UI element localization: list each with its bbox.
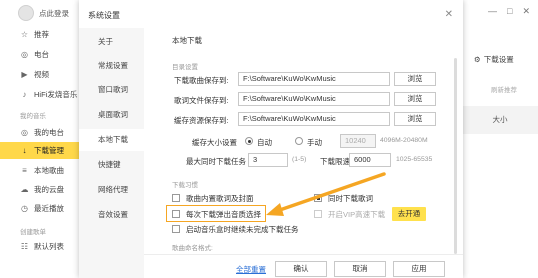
- sidebar-item-label: 我的电台: [34, 128, 64, 137]
- size-column-header[interactable]: 大小: [462, 106, 538, 134]
- cache-manual-label: 手动: [307, 138, 322, 147]
- apply-button[interactable]: 应用: [393, 261, 445, 277]
- sidebar-item-recommend[interactable]: ☆ 推荐: [0, 26, 80, 43]
- tab-about[interactable]: 关于: [79, 31, 144, 53]
- download-dir-label: 下载歌曲保存到:: [174, 76, 229, 85]
- sidebar-item-cloud[interactable]: ☁ 我的云盘: [0, 181, 80, 198]
- refresh-link[interactable]: 刷新推荐: [491, 84, 517, 94]
- browse-lyrics-dir-button[interactable]: 浏览: [394, 92, 436, 106]
- max-tasks-field[interactable]: 3: [248, 153, 288, 167]
- gear-icon: ⚙: [474, 55, 481, 64]
- section-my-music: 我的音乐: [20, 113, 46, 120]
- radio-icon: ◎: [21, 128, 28, 137]
- avatar[interactable]: [18, 5, 34, 21]
- sidebar-item-label: 电台: [34, 50, 49, 59]
- resume-tasks-label: 启动音乐盒时继续未完成下载任务: [186, 225, 299, 234]
- browse-download-dir-button[interactable]: 浏览: [394, 72, 436, 86]
- dialog-title: 系统设置: [88, 11, 120, 20]
- download-dir-field[interactable]: F:\Software\KuWo\KwMusic: [238, 72, 390, 86]
- sidebar-item-label: 下载管理: [34, 146, 64, 155]
- window-controls: — □ ✕: [488, 6, 530, 17]
- speed-limit-field[interactable]: 6000: [349, 153, 391, 167]
- sidebar-item-label: 最近播放: [34, 204, 64, 213]
- tab-general[interactable]: 常规设置: [79, 55, 144, 77]
- cache-dir-field[interactable]: F:\Software\KuWo\KwMusic: [238, 112, 390, 126]
- sidebar-item-default-list[interactable]: ☷ 默认列表: [0, 238, 80, 255]
- login-label[interactable]: 点此登录: [39, 8, 69, 19]
- download-settings-label: 下载设置: [483, 55, 514, 64]
- max-tasks-label: 最大同时下载任务: [186, 157, 246, 166]
- quality-popup-checkbox[interactable]: [172, 210, 180, 218]
- speed-limit-range: 1025-65535: [396, 156, 433, 163]
- app-right-panel: — □ ✕: [462, 0, 538, 278]
- sidebar-item-label: 我的云盘: [34, 185, 64, 194]
- close-icon[interactable]: ✕: [522, 6, 530, 17]
- user-login[interactable]: 点此登录: [18, 5, 69, 21]
- playlist-icon: ☷: [20, 242, 29, 251]
- sidebar-item-label: 推荐: [34, 30, 49, 39]
- history-icon: ◷: [21, 204, 28, 213]
- lyrics-dir-field[interactable]: F:\Software\KuWo\KwMusic: [238, 92, 390, 106]
- sidebar-item-download[interactable]: ↓ 下载管理: [0, 142, 80, 159]
- cache-size-field[interactable]: 10240: [340, 134, 376, 148]
- directory-settings-title: 目录设置: [172, 64, 198, 71]
- annotation-arrow-icon: [266, 172, 386, 216]
- sidebar-item-video[interactable]: ▶ 视频: [0, 66, 80, 83]
- radio-icon: ◎: [21, 50, 28, 59]
- content-scrollbar[interactable]: [454, 58, 457, 254]
- cloud-icon: ☁: [20, 185, 29, 194]
- speed-limit-label: 下载限速: [320, 157, 350, 166]
- settings-content: 本地下载 目录设置 下载歌曲保存到: F:\Software\KuWo\KwMu…: [144, 28, 463, 278]
- cancel-button[interactable]: 取消: [334, 261, 386, 277]
- sidebar-item-label: HiFi发烧音乐: [34, 90, 78, 99]
- cache-size-range: 4096M-20480M: [380, 137, 428, 144]
- footer-divider: [144, 254, 463, 255]
- sidebar-item-recent[interactable]: ◷ 最近播放: [0, 200, 80, 217]
- max-tasks-range: (1-5): [292, 156, 307, 163]
- hifi-icon: ♪: [22, 90, 27, 99]
- download-habits-title: 下载习惯: [172, 182, 198, 189]
- sidebar-item-label: 默认列表: [34, 242, 64, 251]
- naming-format-title: 歌曲命名格式:: [172, 245, 213, 252]
- tab-proxy[interactable]: 网络代理: [79, 179, 144, 201]
- sidebar-item-my-radio[interactable]: ◎ 我的电台: [0, 124, 80, 141]
- cache-size-label: 缓存大小设置: [192, 138, 237, 147]
- settings-dialog: 系统设置 ✕ 关于 常规设置 窗口歌词 桌面歌词 本地下载 快捷键 网络代理 音…: [79, 0, 463, 278]
- song-lyrics-checkbox[interactable]: [172, 194, 180, 202]
- reset-all-link[interactable]: 全部重置: [236, 264, 266, 275]
- close-icon[interactable]: ✕: [445, 9, 453, 20]
- tab-hotkeys[interactable]: 快捷键: [79, 154, 144, 176]
- song-lyrics-label: 歌曲内置歌词及封面: [186, 194, 254, 203]
- cache-dir-label: 缓存资源保存到:: [174, 116, 229, 125]
- sidebar-item-radio[interactable]: ◎ 电台: [0, 46, 80, 63]
- star-icon: ☆: [20, 30, 29, 39]
- sidebar-item-hifi[interactable]: ♪ HiFi发烧音乐: [0, 86, 80, 103]
- cache-auto-label: 自动: [257, 138, 272, 147]
- section-created-lists: 创建歌单: [20, 229, 46, 236]
- download-settings-button[interactable]: ⚙ 下载设置: [474, 54, 514, 65]
- tab-local-download[interactable]: 本地下载: [79, 129, 144, 151]
- resume-tasks-checkbox[interactable]: [172, 225, 180, 233]
- vip-activate-button[interactable]: 去开通: [392, 207, 426, 221]
- tab-window-lyrics[interactable]: 窗口歌词: [79, 79, 144, 101]
- cache-auto-radio[interactable]: [245, 137, 253, 145]
- maximize-icon[interactable]: □: [507, 6, 512, 17]
- browse-cache-dir-button[interactable]: 浏览: [394, 112, 436, 126]
- settings-nav: 关于 常规设置 窗口歌词 桌面歌词 本地下载 快捷键 网络代理 音效设置: [79, 28, 144, 278]
- lyrics-dir-label: 歌词文件保存到:: [174, 96, 229, 105]
- video-icon: ▶: [21, 70, 28, 79]
- sidebar-item-local[interactable]: ≡ 本地歌曲: [0, 162, 80, 179]
- ok-button[interactable]: 确认: [275, 261, 327, 277]
- tab-desktop-lyrics[interactable]: 桌面歌词: [79, 104, 144, 126]
- cache-manual-radio[interactable]: [295, 137, 303, 145]
- minimize-icon[interactable]: —: [488, 6, 497, 17]
- local-music-icon: ≡: [22, 166, 27, 175]
- download-icon: ↓: [22, 146, 27, 155]
- tab-sound-effects[interactable]: 音效设置: [79, 204, 144, 226]
- section-title: 本地下载: [172, 36, 202, 45]
- sidebar-item-label: 视频: [34, 70, 49, 79]
- sidebar-item-label: 本地歌曲: [34, 166, 64, 175]
- app-sidebar: 点此登录 ☆ 推荐 ◎ 电台 ▶ 视频 ♪ HiFi发烧音乐 我的音乐 ◎ 我的…: [0, 0, 80, 278]
- quality-popup-label: 每次下载弹出音质选择: [186, 210, 261, 219]
